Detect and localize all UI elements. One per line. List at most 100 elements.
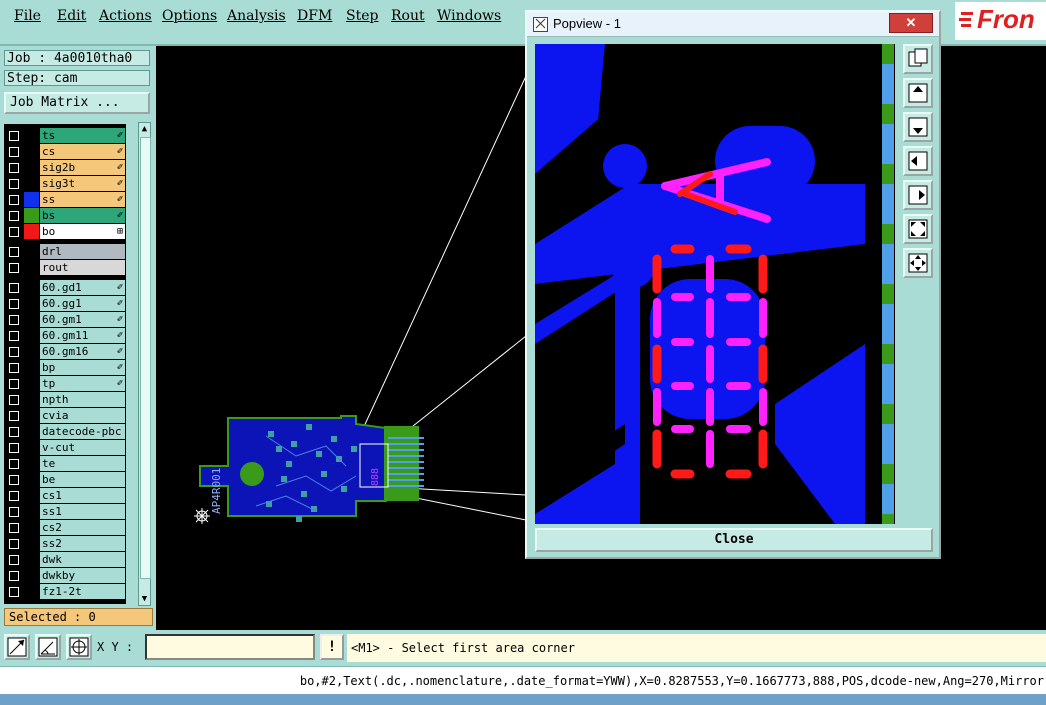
layer-row-bo[interactable]: bo ⊞ — [4, 224, 126, 239]
warning-button[interactable]: ! — [320, 634, 344, 660]
layer-color-swatch[interactable] — [24, 552, 39, 567]
layer-color-swatch[interactable] — [24, 584, 39, 599]
layer-checkbox[interactable] — [9, 395, 19, 405]
layer-color-swatch[interactable] — [24, 408, 39, 423]
job-matrix-button[interactable]: Job Matrix ... — [4, 92, 150, 114]
layer-color-swatch[interactable] — [24, 128, 39, 143]
snap-grid-button[interactable] — [66, 634, 92, 660]
layer-name[interactable]: dwkby — [40, 568, 125, 583]
layer-name[interactable]: bp ✐ — [40, 360, 125, 375]
layer-name[interactable]: bo ⊞ — [40, 224, 125, 239]
layer-row-datecode-pbc[interactable]: datecode-pbc — [4, 424, 126, 439]
layer-name[interactable]: sig3t ✐ — [40, 176, 125, 191]
layer-name[interactable]: dwk — [40, 552, 125, 567]
layer-row-60.gm1[interactable]: 60.gm1 ✐ — [4, 312, 126, 327]
layer-name[interactable]: ss2 — [40, 536, 125, 551]
layer-color-swatch[interactable] — [24, 360, 39, 375]
layer-row-dwkby[interactable]: dwkby — [4, 568, 126, 583]
popview-copy-button[interactable] — [903, 44, 933, 74]
layer-name[interactable]: datecode-pbc — [40, 424, 125, 439]
layer-checkbox[interactable] — [9, 459, 19, 469]
layer-checkbox[interactable] — [9, 491, 19, 501]
layer-color-swatch[interactable] — [24, 224, 39, 239]
menu-rout[interactable]: Rout — [391, 8, 425, 24]
layer-color-swatch[interactable] — [24, 456, 39, 471]
layer-row-sig2b[interactable]: sig2b ✐ — [4, 160, 126, 175]
layer-row-cs[interactable]: cs ✐ — [4, 144, 126, 159]
layer-color-swatch[interactable] — [24, 488, 39, 503]
layer-row-60.gd1[interactable]: 60.gd1 ✐ — [4, 280, 126, 295]
layer-checkbox[interactable] — [9, 555, 19, 565]
layer-color-swatch[interactable] — [24, 440, 39, 455]
layer-checkbox[interactable] — [9, 523, 19, 533]
layer-name[interactable]: fz1-2t — [40, 584, 125, 599]
layer-row-sig3t[interactable]: sig3t ✐ — [4, 176, 126, 191]
layer-row-bp[interactable]: bp ✐ — [4, 360, 126, 375]
layer-color-swatch[interactable] — [24, 504, 39, 519]
layer-checkbox[interactable] — [9, 443, 19, 453]
layer-row-cs2[interactable]: cs2 — [4, 520, 126, 535]
measure-button[interactable] — [35, 634, 61, 660]
popview-titlebar[interactable]: Popview - 1 ✕ — [527, 12, 939, 37]
layer-checkbox[interactable] — [9, 571, 19, 581]
layer-row-60.gm16[interactable]: 60.gm16 ✐ — [4, 344, 126, 359]
layer-row-tp[interactable]: tp ✐ — [4, 376, 126, 391]
layer-row-60.gm11[interactable]: 60.gm11 ✐ — [4, 328, 126, 343]
layer-color-swatch[interactable] — [24, 208, 39, 223]
layer-checkbox[interactable] — [9, 411, 19, 421]
window-close-button[interactable]: ✕ — [889, 13, 933, 33]
layer-color-swatch[interactable] — [24, 244, 39, 259]
layer-name[interactable]: be — [40, 472, 125, 487]
layer-checkbox[interactable] — [9, 427, 19, 437]
layer-checkbox[interactable] — [9, 363, 19, 373]
popview-zoom-in-button[interactable] — [903, 214, 933, 244]
menu-windows[interactable]: Windows — [437, 8, 501, 24]
layer-checkbox[interactable] — [9, 347, 19, 357]
layer-name[interactable]: ts ✐ — [40, 128, 125, 143]
layer-row-60.gg1[interactable]: 60.gg1 ✐ — [4, 296, 126, 311]
layer-checkbox[interactable] — [9, 299, 19, 309]
layer-color-swatch[interactable] — [24, 312, 39, 327]
layer-checkbox[interactable] — [9, 179, 19, 189]
layer-checkbox[interactable] — [9, 587, 19, 597]
layer-checkbox[interactable] — [9, 195, 19, 205]
layer-color-swatch[interactable] — [24, 424, 39, 439]
layer-row-npth[interactable]: npth — [4, 392, 126, 407]
layer-checkbox[interactable] — [9, 147, 19, 157]
popview-close-button[interactable]: Close — [535, 528, 933, 552]
layer-row-fz1-2t[interactable]: fz1-2t — [4, 584, 126, 599]
layer-name[interactable]: cs2 — [40, 520, 125, 535]
menu-dfm[interactable]: DFM — [297, 8, 332, 24]
layer-row-bs[interactable]: bs ✐ — [4, 208, 126, 223]
layer-row-dwk[interactable]: dwk — [4, 552, 126, 567]
layer-color-swatch[interactable] — [24, 160, 39, 175]
layer-color-swatch[interactable] — [24, 344, 39, 359]
layer-color-swatch[interactable] — [24, 280, 39, 295]
layer-color-swatch[interactable] — [24, 568, 39, 583]
layer-color-swatch[interactable] — [24, 176, 39, 191]
layer-name[interactable]: v-cut — [40, 440, 125, 455]
layer-row-ss2[interactable]: ss2 — [4, 536, 126, 551]
scroll-up-icon[interactable]: ▲ — [140, 123, 149, 135]
menu-actions[interactable]: Actions — [99, 8, 152, 24]
layer-name[interactable]: rout — [40, 260, 125, 275]
layer-name[interactable]: cs ✐ — [40, 144, 125, 159]
layer-checkbox[interactable] — [9, 211, 19, 221]
layer-checkbox[interactable] — [9, 475, 19, 485]
layer-row-rout[interactable]: rout — [4, 260, 126, 275]
layer-name[interactable]: bs ✐ — [40, 208, 125, 223]
layer-checkbox[interactable] — [9, 379, 19, 389]
xy-input[interactable] — [145, 634, 315, 660]
popview-pan-up-button[interactable] — [903, 78, 933, 108]
layer-checkbox[interactable] — [9, 507, 19, 517]
layer-name[interactable]: te — [40, 456, 125, 471]
layer-row-cs1[interactable]: cs1 — [4, 488, 126, 503]
layer-row-ss[interactable]: ss ✐ — [4, 192, 126, 207]
menu-analysis[interactable]: Analysis — [227, 8, 286, 24]
layer-checkbox[interactable] — [9, 315, 19, 325]
layer-row-ts[interactable]: ts ✐ — [4, 128, 126, 143]
layer-row-ss1[interactable]: ss1 — [4, 504, 126, 519]
layer-checkbox[interactable] — [9, 283, 19, 293]
layer-row-te[interactable]: te — [4, 456, 126, 471]
menu-edit[interactable]: Edit — [57, 8, 86, 24]
